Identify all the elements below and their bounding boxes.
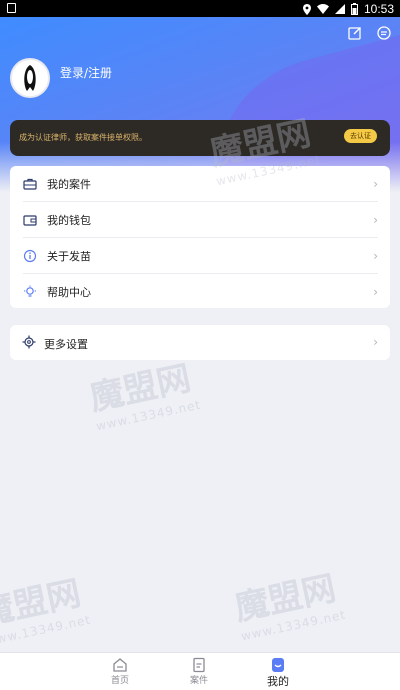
home-icon <box>113 658 127 672</box>
status-icons: 10:53 <box>302 2 394 16</box>
avatar[interactable] <box>10 58 50 98</box>
watermark-logo: 魔盟网 www.13349.net <box>0 573 93 649</box>
tab-label: 案件 <box>189 676 208 686</box>
chevron-right-icon: › <box>373 285 378 299</box>
certify-button[interactable]: 去认证 <box>344 129 377 143</box>
watermark-logo: 魔盟网 www.13349.net <box>86 358 203 434</box>
chevron-right-icon: › <box>373 335 378 349</box>
info-icon <box>23 249 37 263</box>
certification-banner[interactable]: 成为认证律师，获取案件接单权限。 去认证 <box>10 120 390 156</box>
more-settings-item[interactable]: 更多设置 › <box>10 325 390 360</box>
menu-item-label: 关于发苗 <box>47 250 91 263</box>
edit-icon[interactable] <box>348 26 362 40</box>
status-time: 10:53 <box>363 2 394 16</box>
menu-item-label: 帮助中心 <box>47 286 91 299</box>
lightbulb-icon <box>24 285 36 297</box>
battery-icon <box>350 3 358 15</box>
signal-icon <box>334 4 345 14</box>
status-bar: 10:53 <box>0 0 400 17</box>
menu-item-label: 我的钱包 <box>47 214 91 227</box>
settings-label: 更多设置 <box>44 338 88 351</box>
login-register-link[interactable]: 登录/注册 <box>60 65 112 81</box>
location-icon <box>302 3 311 15</box>
bottom-tab-bar: 首页 案件 我的 <box>0 652 400 690</box>
menu-card: 我的案件 › 我的钱包 › 关于发苗 › 帮助中心 › <box>10 166 390 308</box>
menu-item-my-cases[interactable]: 我的案件 › <box>10 166 390 202</box>
chevron-right-icon: › <box>373 249 378 263</box>
menu-item-my-wallet[interactable]: 我的钱包 › <box>10 202 390 238</box>
chevron-right-icon: › <box>373 213 378 227</box>
gear-icon <box>22 335 36 349</box>
watermark-logo: 魔盟网 www.13349.net <box>231 568 348 644</box>
tab-cases[interactable]: 案件 <box>169 657 229 690</box>
tab-label: 我的 <box>267 675 289 688</box>
menu-item-label: 我的案件 <box>47 178 91 191</box>
tab-mine[interactable]: 我的 <box>248 657 308 690</box>
message-icon[interactable] <box>377 26 391 40</box>
wallet-icon <box>23 215 37 226</box>
tab-home[interactable]: 首页 <box>90 657 150 690</box>
chevron-right-icon: › <box>373 177 378 191</box>
banner-text: 成为认证律师，获取案件接单权限。 <box>19 133 147 142</box>
document-icon <box>193 657 205 673</box>
menu-item-about[interactable]: 关于发苗 › <box>10 238 390 274</box>
avatar-placeholder-icon <box>24 65 36 91</box>
tab-label: 首页 <box>110 676 129 686</box>
wifi-icon <box>316 4 329 14</box>
user-icon <box>272 658 284 672</box>
menu-item-help-center[interactable]: 帮助中心 › <box>10 274 390 310</box>
notification-icon <box>7 3 16 13</box>
briefcase-icon <box>23 178 37 190</box>
